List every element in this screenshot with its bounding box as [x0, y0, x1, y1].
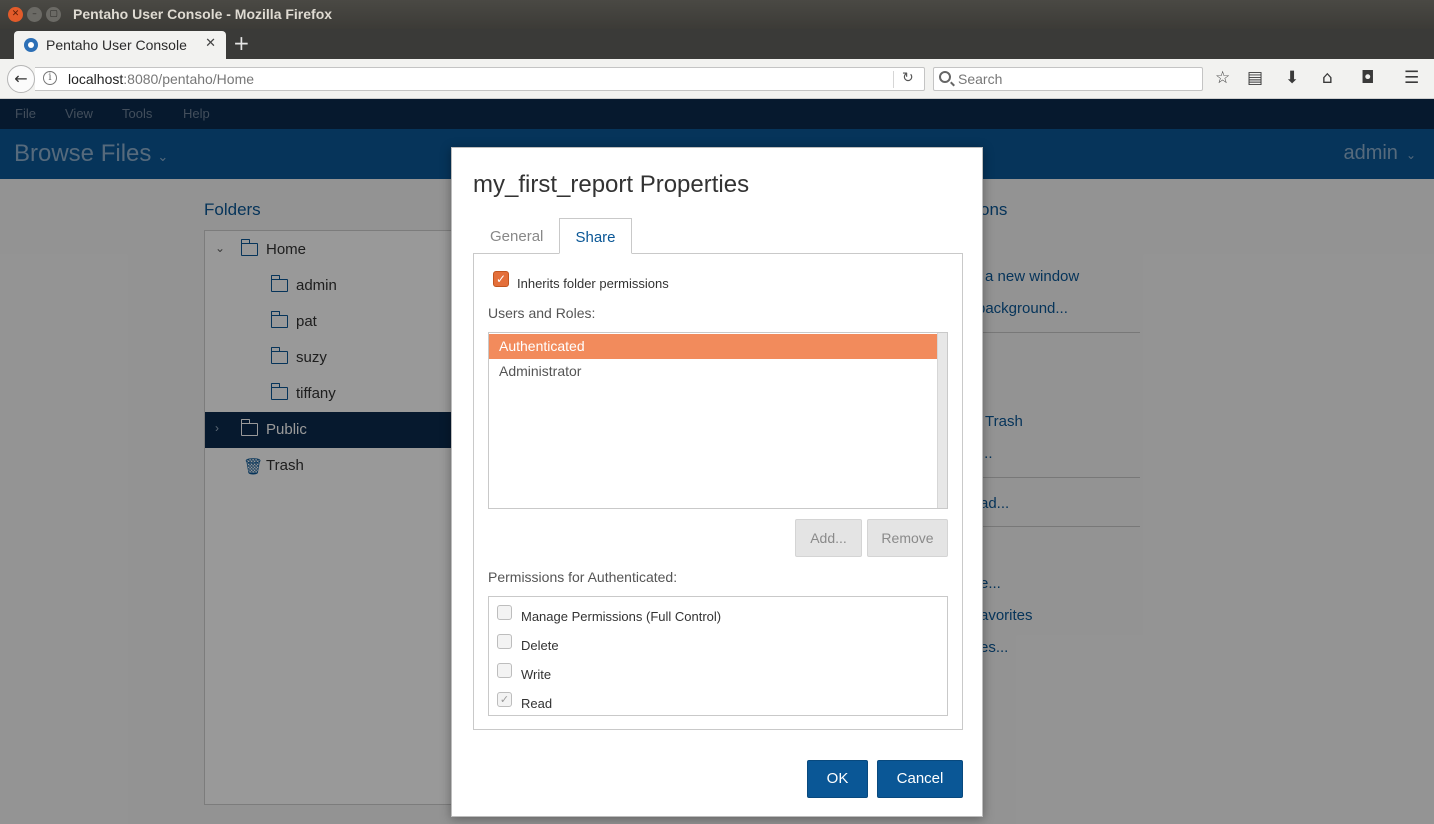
- inherit-permissions-label: Inherits folder permissions: [517, 276, 669, 291]
- browser-navbar: ← i localhost:8080/pentaho/Home ↻ Search…: [0, 59, 1434, 99]
- permission-manage-checkbox[interactable]: [497, 605, 512, 620]
- browser-tab[interactable]: Pentaho User Console ✕: [14, 31, 226, 59]
- share-panel: ✓ Inherits folder permissions Users and …: [473, 253, 963, 730]
- users-roles-label: Users and Roles:: [488, 305, 596, 321]
- url-bar[interactable]: i localhost:8080/pentaho/Home ↻: [35, 67, 925, 91]
- list-item-administrator[interactable]: Administrator: [489, 359, 937, 384]
- back-button[interactable]: ←: [7, 65, 35, 93]
- new-tab-button[interactable]: +: [233, 31, 250, 55]
- permission-delete-checkbox[interactable]: [497, 634, 512, 649]
- permission-delete[interactable]: Delete: [497, 634, 937, 658]
- permission-read[interactable]: ✓ Read: [497, 692, 937, 716]
- permission-manage-label: Manage Permissions (Full Control): [521, 609, 722, 624]
- site-info-icon[interactable]: i: [43, 71, 57, 85]
- permission-manage[interactable]: Manage Permissions (Full Control): [497, 605, 937, 629]
- permission-read-label: Read: [521, 696, 553, 711]
- inherit-permissions-checkbox[interactable]: ✓: [493, 271, 509, 287]
- tab-share[interactable]: Share: [559, 218, 632, 254]
- cancel-button[interactable]: Cancel: [877, 760, 963, 798]
- window-close-button[interactable]: ✕: [8, 7, 23, 22]
- permission-read-checkbox[interactable]: ✓: [497, 692, 512, 707]
- url-divider: [893, 71, 894, 88]
- url-path: :8080/pentaho/Home: [123, 71, 255, 87]
- permission-write-checkbox[interactable]: [497, 663, 512, 678]
- url-host: localhost: [68, 71, 124, 87]
- download-icon[interactable]: ⬇: [1285, 68, 1299, 88]
- properties-dialog: my_first_report Properties General Share…: [451, 147, 983, 817]
- dialog-title: my_first_report Properties: [473, 171, 750, 198]
- home-icon[interactable]: ⌂: [1322, 68, 1333, 88]
- search-input[interactable]: Search: [933, 67, 1203, 91]
- search-icon: [939, 71, 951, 83]
- tab-general[interactable]: General: [474, 218, 559, 254]
- window-minimize-button[interactable]: –: [27, 7, 42, 22]
- permission-write[interactable]: Write: [497, 663, 937, 687]
- reload-icon[interactable]: ↻: [902, 70, 914, 86]
- window-maximize-button[interactable]: ▢: [46, 7, 61, 22]
- search-placeholder: Search: [958, 71, 1003, 87]
- url-text[interactable]: localhost:8080/pentaho/Home: [68, 71, 254, 87]
- tab-title: Pentaho User Console: [46, 37, 187, 53]
- permission-write-label: Write: [521, 667, 552, 682]
- ok-button[interactable]: OK: [807, 760, 868, 798]
- add-user-button[interactable]: Add...: [795, 519, 862, 557]
- permissions-label: Permissions for Authenticated:: [488, 569, 678, 585]
- window-title: Pentaho User Console - Mozilla Firefox: [73, 6, 333, 22]
- bookmark-star-icon[interactable]: ☆: [1215, 68, 1230, 88]
- permission-delete-label: Delete: [521, 638, 559, 653]
- users-list-scrollbar[interactable]: [937, 333, 947, 508]
- pentaho-favicon-icon: [24, 38, 38, 52]
- tab-close-icon[interactable]: ✕: [205, 36, 216, 51]
- pocket-icon[interactable]: ◘: [1361, 68, 1374, 88]
- users-roles-list[interactable]: Authenticated Administrator: [488, 332, 948, 509]
- window-titlebar: ✕ – ▢ Pentaho User Console - Mozilla Fir…: [0, 0, 1434, 29]
- remove-user-button[interactable]: Remove: [867, 519, 948, 557]
- reading-list-icon[interactable]: ▤: [1247, 68, 1263, 88]
- list-item-authenticated[interactable]: Authenticated: [489, 334, 937, 359]
- browser-tabbar: Pentaho User Console ✕ +: [0, 29, 1434, 59]
- menu-icon[interactable]: ☰: [1404, 68, 1419, 88]
- permissions-list: Manage Permissions (Full Control) Delete…: [488, 596, 948, 716]
